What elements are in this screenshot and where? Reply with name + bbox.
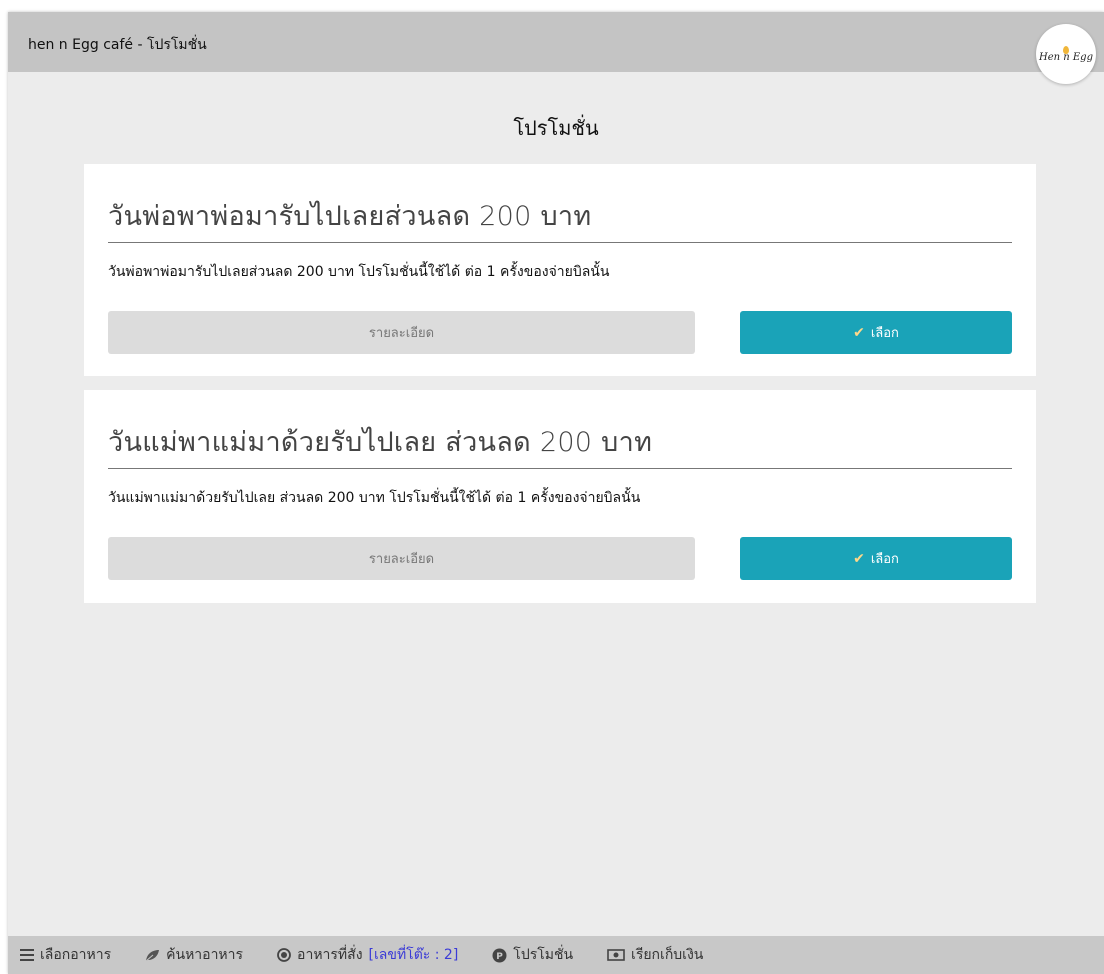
select-button[interactable]: ✔ เลือก <box>740 311 1012 354</box>
nav-item-search[interactable]: ค้นหาอาหาร <box>145 944 243 966</box>
select-button-label: เลือก <box>870 326 899 341</box>
nav-item-label: อาหารที่สั่ง <box>297 947 363 963</box>
nav-item-label: โปรโมชั่น <box>513 947 574 963</box>
promotion-description: วันแม่พาแม่มาด้วยรับไปเลย ส่วนลด 200 บาท… <box>108 490 641 506</box>
nav-item-label: เรียกเก็บเงิน <box>631 947 704 963</box>
window-title: hen n Egg café - โปรโมชั่น <box>28 37 207 53</box>
check-icon: ✔ <box>853 324 865 341</box>
detail-button-label: รายละเอียด <box>368 326 435 341</box>
promotion-card: วันแม่พาแม่มาด้วยรับไปเลย ส่วนลด 200 บาท… <box>84 390 1036 603</box>
menu-icon <box>20 949 34 961</box>
money-icon <box>607 949 625 961</box>
divider <box>108 468 1012 469</box>
select-button[interactable]: ✔ เลือก <box>740 537 1012 580</box>
promotion-title: วันแม่พาแม่มาด้วยรับไปเลย ส่วนลด 200 บาท <box>108 427 653 458</box>
nav-item-promotion[interactable]: P โปรโมชั่น <box>492 944 573 966</box>
page-title: โปรโมชั่น <box>513 116 599 140</box>
divider <box>108 242 1012 243</box>
svg-text:P: P <box>496 952 503 962</box>
select-button-label: เลือก <box>870 552 899 567</box>
logo-text: Hen n Egg <box>1039 51 1093 63</box>
leaf-icon <box>145 949 160 962</box>
nav-item-orders[interactable]: อาหารที่สั่ง [เลขที่โต๊ะ : 2] <box>277 944 458 966</box>
app-window: hen n Egg café - โปรโมชั่น Hen n Egg โปร… <box>8 12 1104 974</box>
title-bar: hen n Egg café - โปรโมชั่น <box>8 12 1104 72</box>
detail-button[interactable]: รายละเอียด <box>108 311 695 354</box>
nav-item-menu[interactable]: เลือกอาหาร <box>20 944 111 966</box>
nav-item-checkout[interactable]: เรียกเก็บเงิน <box>607 944 703 966</box>
promotion-description: วันพ่อพาพ่อมารับไปเลยส่วนลด 200 บาท โปรโ… <box>108 264 610 280</box>
nav-item-label: ค้นหาอาหาร <box>166 947 244 963</box>
cafe-logo: Hen n Egg <box>1036 24 1096 84</box>
detail-button-label: รายละเอียด <box>368 552 435 567</box>
bottom-nav: เลือกอาหาร ค้นหาอาหาร อาหารที่สั่ง [เลขท… <box>8 936 1104 974</box>
promotion-title: วันพ่อพาพ่อมารับไปเลยส่วนลด 200 บาท <box>108 201 592 232</box>
check-icon: ✔ <box>853 550 865 567</box>
order-icon <box>277 948 291 962</box>
promotion-icon: P <box>492 948 507 963</box>
promotion-card: วันพ่อพาพ่อมารับไปเลยส่วนลด 200 บาท วันพ… <box>84 164 1036 376</box>
detail-button[interactable]: รายละเอียด <box>108 537 695 580</box>
table-number: [เลขที่โต๊ะ : 2] <box>368 947 459 963</box>
nav-item-label: เลือกอาหาร <box>40 947 112 963</box>
